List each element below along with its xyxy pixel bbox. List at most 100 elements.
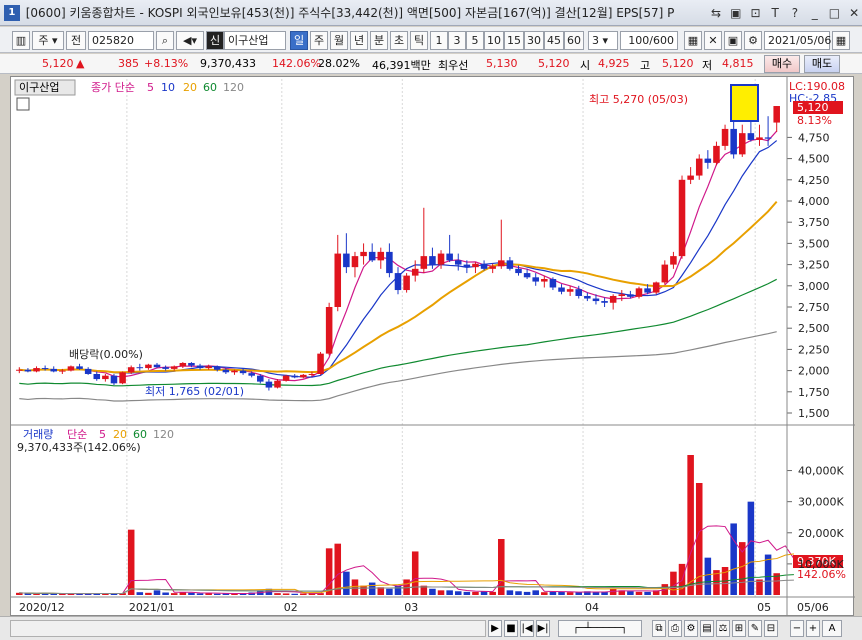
volume-bar (627, 591, 634, 595)
period-tick-button[interactable]: 틱 (410, 31, 428, 50)
close-icon[interactable]: ✕ (846, 5, 862, 21)
grid-toggle-icon[interactable] (16, 97, 30, 111)
interval-60-button[interactable]: 60 (564, 31, 584, 50)
candle-body (549, 279, 557, 288)
period-main-select[interactable]: 주 ▾ (32, 31, 64, 50)
high-price: 5,120 (662, 57, 694, 70)
font-size-icon[interactable]: A (822, 620, 842, 637)
candle-body (695, 158, 703, 176)
volume-bar (635, 591, 643, 595)
period-day-button[interactable]: 일 (290, 31, 308, 50)
volume-bar (343, 571, 350, 595)
stock-code-input[interactable]: 025820 (88, 31, 154, 50)
interval-input[interactable]: 3 ▾ (588, 31, 618, 50)
candle-body (110, 375, 118, 384)
volume-ma-60: 60 (133, 428, 147, 441)
volume-bar (515, 591, 522, 595)
interval-45-button[interactable]: 45 (544, 31, 564, 50)
text-icon[interactable]: T (767, 5, 783, 21)
price-tick-label: 2,500 (798, 322, 830, 335)
maximize-icon[interactable]: □ (827, 5, 843, 21)
interval-30-button[interactable]: 30 (524, 31, 544, 50)
copy-icon[interactable]: ⧉ (652, 620, 666, 637)
speaker-icon[interactable]: ◀▾ (176, 31, 204, 50)
settings-icon[interactable]: ⚙ (684, 620, 698, 637)
candle-body (377, 251, 385, 261)
window-icon[interactable]: ▣ (728, 5, 744, 21)
image-icon[interactable]: ▤ (700, 620, 714, 637)
price-tag: 5,120 (797, 101, 829, 114)
candle-body (506, 260, 514, 269)
sell-button[interactable]: 매도 (804, 55, 840, 73)
gear-icon[interactable]: ⚙ (744, 31, 762, 50)
candle-body (368, 251, 376, 261)
interval-10-button[interactable]: 10 (484, 31, 504, 50)
volume-bar (145, 592, 152, 595)
search-icon[interactable]: ⌕ (156, 31, 174, 50)
screen-icon[interactable]: ⊡ (748, 5, 764, 21)
tools-icon[interactable]: ✎ (748, 620, 762, 637)
candle-body (351, 256, 359, 268)
volume-title: 거래량 (23, 428, 53, 441)
minimize-icon[interactable]: _ (807, 5, 823, 21)
volume-value: 9,370,433 (200, 57, 256, 70)
help-icon[interactable]: ? (787, 5, 803, 21)
volume-bar (291, 593, 298, 595)
interval-15-button[interactable]: 15 (504, 31, 524, 50)
zoom-out-icon[interactable]: − (790, 620, 804, 637)
stock-label: 이구산업 (19, 81, 59, 94)
period-week-button[interactable]: 주 (310, 31, 328, 50)
stop-icon[interactable]: ■ (504, 620, 518, 637)
date-input[interactable]: 2021/05/06 (764, 31, 831, 50)
cross-icon[interactable]: ✕ (704, 31, 722, 50)
candle-body (170, 366, 178, 369)
low-price: 4,815 (722, 57, 754, 70)
volume-bar (558, 591, 565, 595)
link-icon[interactable]: ⇆ (708, 5, 724, 21)
volume-bar (541, 592, 548, 595)
window-title: [0600] 키움종합차트 - KOSPI 외국인보유[453(천)] 주식수[… (25, 6, 675, 20)
last-icon[interactable]: ▶| (536, 620, 550, 637)
price-tick-label: 1,500 (798, 407, 830, 420)
first-icon[interactable]: |◀ (520, 620, 534, 637)
interval-1-button[interactable]: 1 (430, 31, 448, 50)
period-minute-button[interactable]: 분 (370, 31, 388, 50)
volume-bar (429, 588, 436, 595)
scroll-right-icon[interactable]: ▶ (488, 620, 502, 637)
best-bid: 5,120 (538, 57, 570, 70)
period-second-button[interactable]: 초 (390, 31, 408, 50)
date-label: 03 (404, 601, 418, 614)
balance-icon[interactable]: ⚖ (716, 620, 730, 637)
volume-bar (325, 548, 333, 595)
turnover-rate: 28.02% (318, 57, 360, 70)
date-label: 02 (284, 601, 298, 614)
count-input[interactable]: 100/600 (620, 31, 678, 50)
period-month-button[interactable]: 월 (330, 31, 348, 50)
interval-5-button[interactable]: 5 (466, 31, 484, 50)
candle-body (472, 263, 479, 268)
candle-body (274, 380, 281, 388)
save-icon[interactable]: ▣ (724, 31, 742, 50)
buy-button[interactable]: 매수 (764, 55, 800, 73)
candle-body (325, 307, 333, 354)
ruler-icon[interactable]: ⊟ (764, 620, 778, 637)
zoom-slider[interactable]: ┌─┴─────┐ (558, 620, 642, 637)
horizontal-scrollbar[interactable] (10, 620, 486, 637)
price-tick-label: 4,500 (798, 153, 830, 166)
volume-ma-120: 120 (153, 428, 174, 441)
candle-body (420, 256, 428, 269)
interval-3-button[interactable]: 3 (448, 31, 466, 50)
zoom-in-icon[interactable]: + (806, 620, 820, 637)
print-icon[interactable]: ⎙ (668, 620, 682, 637)
volume-bar (644, 591, 651, 595)
period-year-button[interactable]: 년 (350, 31, 368, 50)
calendar-icon[interactable]: ▦ (832, 31, 850, 50)
grid-icon[interactable]: ▦ (684, 31, 702, 50)
layout-icon[interactable]: ▥ (12, 31, 30, 50)
compare-button[interactable]: 전 (66, 31, 86, 50)
chart-area[interactable]: 이구산업 종가 단순 5 10 20 60 120 LC:190.08 HC:-… (10, 76, 855, 617)
volume-tick-label: 10,000K (798, 558, 844, 571)
chart-canvas[interactable]: 이구산업 종가 단순 5 10 20 60 120 LC:190.08 HC:-… (11, 77, 855, 617)
volume-legend-title: 단순 (67, 428, 87, 441)
chart-type-icon[interactable]: ⊞ (732, 620, 746, 637)
